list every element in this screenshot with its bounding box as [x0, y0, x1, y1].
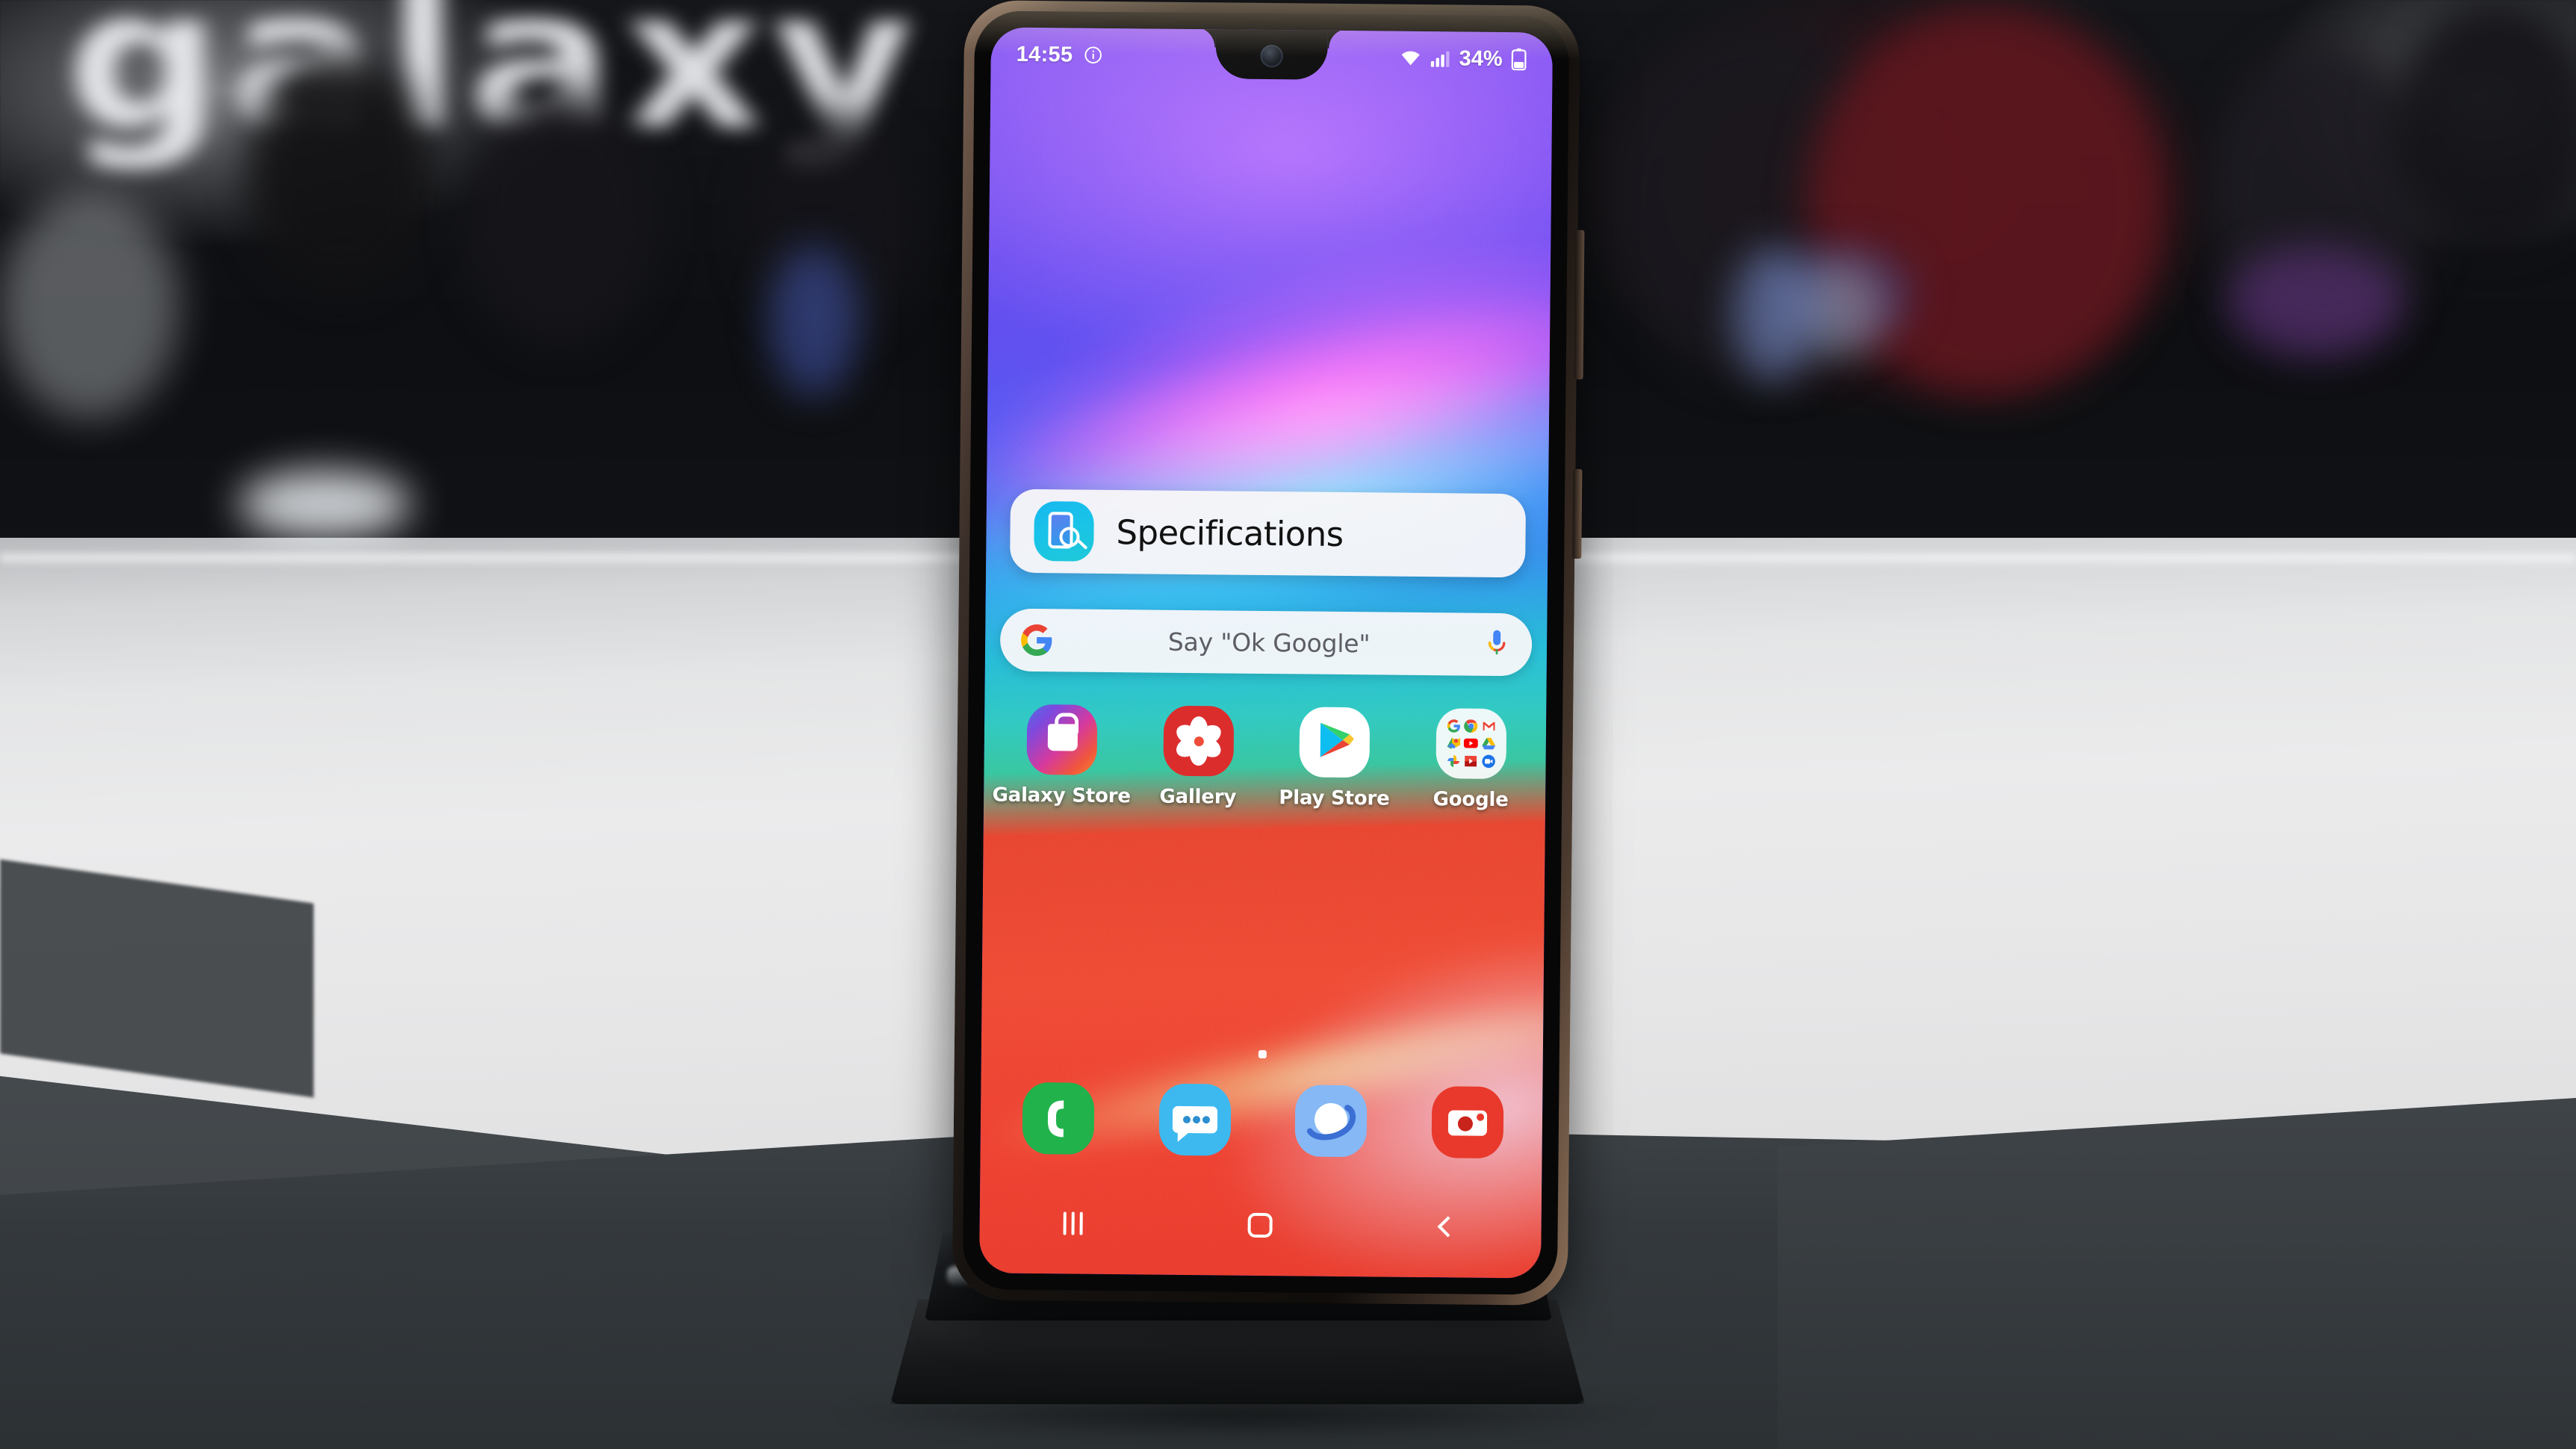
- power-button[interactable]: [1572, 468, 1583, 559]
- battery-percent-label: 34%: [1459, 46, 1503, 71]
- app-gallery[interactable]: Gallery: [1137, 705, 1260, 809]
- play-movies-icon: [1464, 754, 1478, 769]
- app-label: Google: [1433, 788, 1509, 812]
- cellular-signal-icon: [1430, 49, 1450, 68]
- google-search-placeholder: Say "Ok Google": [1167, 627, 1371, 658]
- maps-icon: [1447, 736, 1461, 751]
- back-icon[interactable]: [1403, 1204, 1493, 1250]
- app-label: Galaxy Store: [992, 784, 1131, 808]
- app-label: Gallery: [1159, 785, 1237, 809]
- google-search-bar[interactable]: Say "Ok Google": [999, 608, 1533, 677]
- google-g-icon: [1019, 623, 1054, 657]
- battery-icon: [1511, 48, 1527, 71]
- status-bar-time: 14:55: [1016, 42, 1073, 66]
- smartphone: 14:55 34% Specifications Say "Ok Google"…: [952, 0, 1585, 1306]
- app-play-store[interactable]: Play Store: [1273, 707, 1396, 810]
- recents-icon[interactable]: [1028, 1200, 1119, 1246]
- microphone-icon[interactable]: [1484, 628, 1509, 661]
- dark-mat-right: [1778, 1098, 2576, 1449]
- info-icon: [1083, 46, 1102, 65]
- dock-item-phone[interactable]: [997, 1082, 1120, 1155]
- duo-icon: [1482, 754, 1496, 769]
- chrome-icon: [1464, 719, 1478, 733]
- dock: [997, 1082, 1530, 1159]
- galaxy-store-icon: [1026, 704, 1098, 775]
- specifications-icon: [1034, 501, 1094, 562]
- photo-scene: galaxy 14:55 34% Specifications Say "Ok …: [0, 0, 2576, 1449]
- google-search-icon: [1447, 719, 1461, 733]
- messages-icon: [1158, 1083, 1232, 1156]
- drive-icon: [1482, 736, 1496, 751]
- app-google-folder[interactable]: Google: [1409, 708, 1533, 812]
- dock-item-internet[interactable]: [1270, 1085, 1393, 1158]
- youtube-icon: [1464, 736, 1479, 751]
- samsung-internet-icon: [1294, 1085, 1368, 1158]
- specifications-label: Specifications: [1116, 512, 1344, 554]
- navigation-bar: [979, 1189, 1542, 1260]
- dock-item-messages[interactable]: [1133, 1083, 1256, 1156]
- camera-icon: [1431, 1086, 1504, 1159]
- gallery-icon: [1163, 705, 1234, 777]
- gmail-icon: [1482, 719, 1496, 733]
- front-camera-icon: [1260, 44, 1283, 68]
- phone-screen[interactable]: 14:55 34% Specifications Say "Ok Google"…: [979, 27, 1553, 1279]
- dock-item-camera[interactable]: [1406, 1086, 1529, 1159]
- google-folder-icon: [1436, 708, 1507, 780]
- app-grid: Galaxy Store Gallery Play Store Google: [992, 704, 1533, 812]
- volume-button[interactable]: [1574, 229, 1585, 380]
- photos-icon: [1446, 754, 1460, 768]
- specifications-widget[interactable]: Specifications: [1010, 488, 1527, 578]
- wifi-icon: [1399, 49, 1421, 68]
- page-dot-active: [1258, 1049, 1267, 1059]
- home-icon[interactable]: [1215, 1202, 1306, 1247]
- phone-icon: [1022, 1082, 1095, 1155]
- app-galaxy-store[interactable]: Galaxy Store: [992, 704, 1131, 807]
- app-label: Play Store: [1279, 786, 1390, 810]
- play-store-icon: [1299, 707, 1371, 778]
